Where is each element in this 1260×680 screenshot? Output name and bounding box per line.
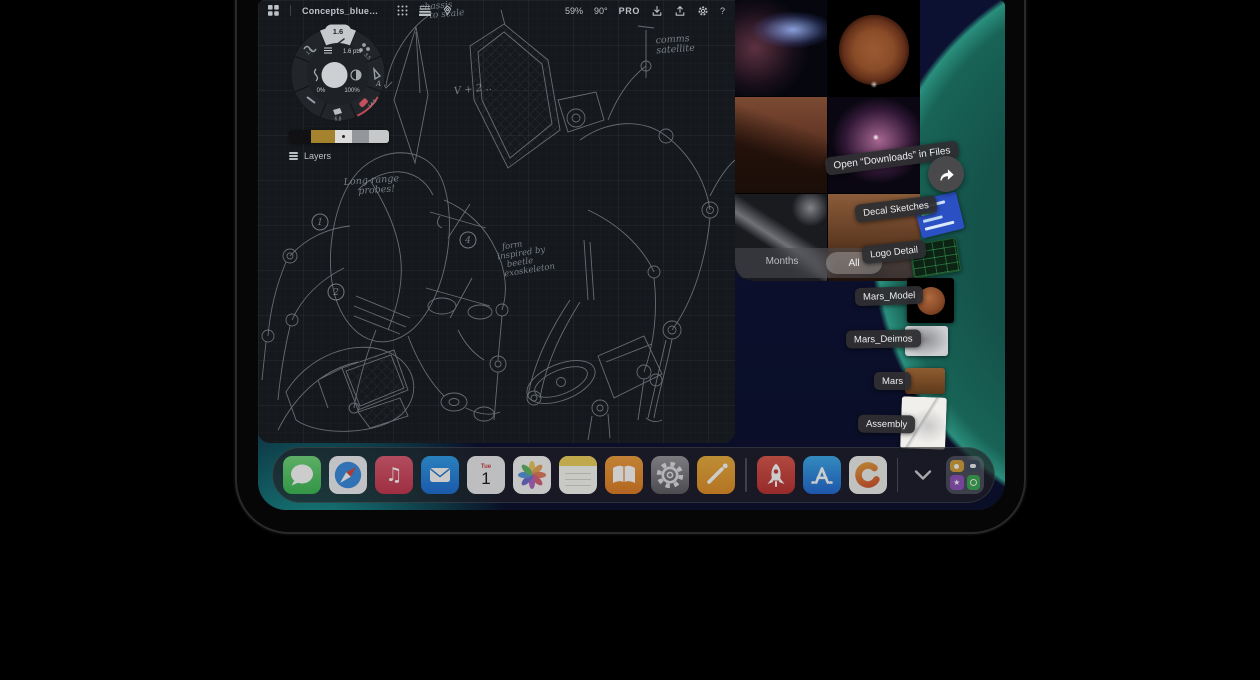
color-swatch-gray[interactable] [352,130,369,143]
dock-app-books[interactable] [605,456,643,494]
segment-months[interactable]: Months [757,256,807,267]
dock-collapse-button[interactable] [908,456,938,494]
mail-envelope-icon [421,456,459,494]
color-swatch-black[interactable] [289,130,311,143]
dock-app-concepts[interactable] [849,456,887,494]
dock-app-calendar[interactable]: Tue 1 [467,456,505,494]
concepts-toolbar: Concepts_blue… [258,0,735,21]
color-swatch-selected[interactable] [335,130,352,143]
dock-app-mail[interactable] [421,456,459,494]
layers-icon [289,152,298,159]
dock-divider [897,458,899,492]
photo-horsehead-nebula[interactable] [735,0,827,96]
svg-text:1: 1 [317,218,323,228]
svg-text:6.8: 6.8 [335,117,342,123]
photo-mars-globe[interactable] [828,0,920,96]
export-icon[interactable] [674,5,686,17]
photo-orion-nebula[interactable] [828,97,920,193]
photo-mars-hills[interactable] [735,97,827,193]
app-library-camera-icon [967,460,981,472]
toolbar-divider [290,5,291,16]
music-note-icon: ♫ [385,466,402,485]
drag-item-assembly[interactable]: Assembly [858,415,915,434]
document-title[interactable]: Concepts_blue… [302,6,378,16]
chevron-down-icon [913,469,933,481]
appstore-a-icon [803,456,841,494]
pro-badge[interactable]: PRO [619,6,640,16]
annotation-long-range-probes: Long-range probes! [343,174,400,198]
selected-color-dot [342,135,345,138]
dock-app-messages[interactable] [283,456,321,494]
rocket-icon [757,456,795,494]
tool-wheel[interactable]: 1.6 1.5 3.5 14.5 [288,24,388,124]
layers-label: Layers [304,151,331,161]
photos-flower-icon [513,456,551,494]
annotation-comms-satellite: comms satellite [655,34,695,57]
app-library-tips-icon [950,460,964,472]
dock-app-photos[interactable] [513,456,551,494]
sketch-markers: 1 2 4 [312,214,476,300]
drag-item-mars[interactable]: Mars [874,372,911,390]
forward-arrow-icon [937,165,956,184]
app-library-star-icon: ★ [950,475,964,490]
snap-grid-icon[interactable] [397,5,408,16]
pen-icon [697,456,735,494]
svg-text:A: A [375,80,381,88]
svg-text:0%: 0% [317,88,326,94]
dock-app-sketch[interactable] [697,456,735,494]
dock-app-safari[interactable] [329,456,367,494]
photos-app-window: Months All [735,0,920,281]
zoom-level[interactable]: 59% [565,6,583,16]
apps-grid-icon[interactable] [268,5,279,16]
settings-gear-icon [651,456,689,494]
drag-item-mars-deimos[interactable]: Mars_Deimos [846,329,921,348]
share-forward-button[interactable] [928,156,964,192]
svg-text:100%: 100% [344,88,360,94]
active-tool-size: 1.6 [333,27,343,36]
pen-nib-icon[interactable] [442,5,453,16]
active-tool-label: 1.6 pts [343,49,361,55]
color-swatch[interactable] [322,62,348,88]
app-library-clock-icon [967,475,981,490]
svg-text:2: 2 [332,288,339,298]
import-icon[interactable] [651,5,663,17]
drag-item-mars-model[interactable]: Mars_Model [855,286,924,306]
dock-app-music[interactable]: ♫ [375,456,413,494]
ipad-device: 1 2 4 chassis to scale comms satellite V… [237,0,1024,532]
dock-app-rocket[interactable] [757,456,795,494]
concepts-c-icon [849,456,887,494]
color-swatch-gold[interactable] [311,130,335,143]
safari-compass-icon [329,456,367,494]
rotation-value[interactable]: 90° [594,6,608,16]
calendar-day: 1 [481,471,490,486]
color-swatch-lightgray[interactable] [369,130,389,143]
settings-gear-icon[interactable] [697,5,709,17]
dock-app-library[interactable]: ★ [946,456,984,494]
layers-button[interactable]: Layers [289,151,331,161]
recent-colors-strip[interactable] [289,130,389,143]
line-weights-icon[interactable] [419,5,431,16]
ipad-screen: 1 2 4 chassis to scale comms satellite V… [258,0,1005,510]
open-book-icon [605,456,643,494]
svg-text:4: 4 [464,236,471,246]
dock-app-appstore[interactable] [803,456,841,494]
photo-grid [735,0,920,281]
dock-divider [745,458,747,492]
dock-app-settings[interactable] [651,456,689,494]
help-button[interactable]: ? [720,6,725,16]
dock: ♫ Tue 1 [272,447,995,503]
dock-app-notes[interactable] [559,456,597,494]
messages-bubble-icon [283,456,321,494]
concepts-app-window: 1 2 4 chassis to scale comms satellite V… [258,0,735,443]
